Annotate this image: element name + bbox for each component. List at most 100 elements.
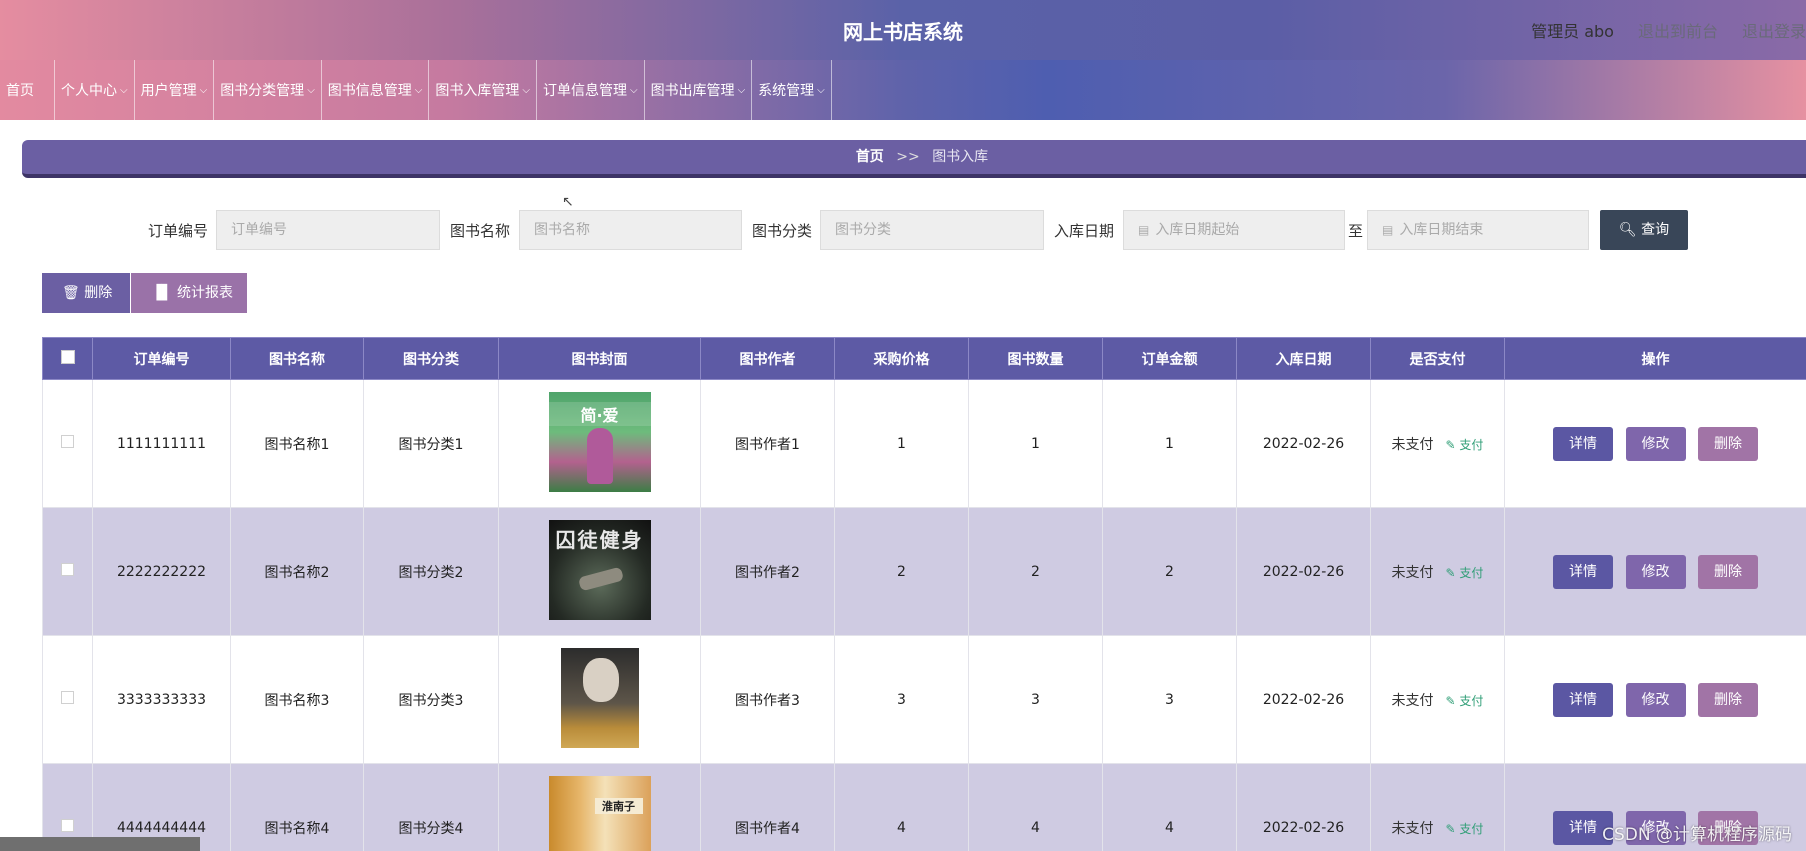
row-checkbox[interactable] [61, 563, 74, 576]
pay-link[interactable]: ✎ 支付 [1446, 694, 1484, 708]
logout-link[interactable]: 退出登录 [1742, 18, 1806, 42]
amount-cell: 3 [1102, 635, 1237, 764]
edit-button[interactable]: 修改 [1625, 554, 1686, 589]
date-end-placeholder: 入库日期结束 [1399, 222, 1484, 238]
select-all-checkbox[interactable] [60, 349, 75, 364]
book-name-cell: 图书名称4 [230, 763, 364, 851]
row-checkbox[interactable] [61, 435, 74, 448]
operations-cell: 详情 修改 删除 [1504, 507, 1806, 636]
row-select-cell [42, 507, 93, 636]
cover-title: 淮南子 [594, 797, 643, 814]
pay-cell: 未支付 ✎ 支付 [1370, 507, 1505, 636]
cover-cell: 淮南子 [498, 763, 701, 851]
column-header: 采购价格 [834, 337, 969, 380]
order-no-label: 订单编号 [148, 222, 209, 240]
nav-label: 个人中心 [61, 83, 117, 99]
statistics-report-button[interactable]: ▐▌ 统计报表 [131, 273, 247, 313]
book-name-input[interactable]: 图书名称 [519, 210, 742, 250]
row-select-cell [42, 635, 93, 764]
nav-label: 订单信息管理 [542, 83, 627, 99]
pay-status: 未支付 [1391, 820, 1434, 837]
column-header: 图书作者 [700, 337, 835, 380]
header-user-area: 管理员 abo 退出到前台 退出登录 [1531, 18, 1806, 42]
nav-item-home[interactable]: 首页 [0, 60, 55, 120]
nav-item-stock-out-management[interactable]: 图书出库管理 ⌵ [645, 60, 753, 120]
pay-link[interactable]: ✎ 支付 [1446, 438, 1484, 452]
bar-chart-icon: ▐▌ [151, 285, 173, 301]
breadcrumb-home[interactable]: 首页 [856, 149, 884, 165]
pay-link-label: 支付 [1459, 437, 1484, 452]
row-checkbox[interactable] [61, 691, 74, 704]
admin-label: 管理员 abo [1531, 22, 1614, 41]
detail-button[interactable]: 详情 [1553, 554, 1614, 589]
nav-item-personal-center[interactable]: 个人中心 ⌵ [55, 60, 135, 120]
table-row: 2222222222 图书名称2 图书分类2 囚徒健身 图书作者2 2 2 2 … [42, 507, 1806, 636]
delete-button[interactable]: 删除 [1697, 682, 1758, 717]
date-start-input[interactable]: ▤ 入库日期起始 [1123, 210, 1345, 250]
price-cell: 1 [834, 379, 969, 508]
table-header-row: 订单编号 图书名称 图书分类 图书封面 图书作者 采购价格 图书数量 订单金额 … [42, 337, 1806, 380]
query-button[interactable]: 🔍︎ 查询 [1600, 210, 1688, 250]
nav-label: 系统管理 [758, 83, 815, 99]
table-row: 4444444444 图书名称4 图书分类4 淮南子 图书作者4 4 4 4 2… [42, 763, 1806, 851]
delete-button[interactable]: 删除 [1697, 426, 1758, 461]
order-no-cell: 3333333333 [92, 635, 231, 764]
edit-button[interactable]: 修改 [1625, 426, 1686, 461]
column-header: 是否支付 [1370, 337, 1505, 380]
column-header: 订单金额 [1102, 337, 1237, 380]
date-start-placeholder: 入库日期起始 [1155, 222, 1240, 238]
pay-link-label: 支付 [1459, 565, 1484, 580]
book-name-cell: 图书名称1 [230, 379, 364, 508]
category-cell: 图书分类4 [363, 763, 499, 851]
pay-status: 未支付 [1391, 436, 1434, 453]
category-input[interactable]: 图书分类 [820, 210, 1044, 250]
cover-figure [582, 657, 619, 702]
book-cover-image: 淮南子 [548, 775, 651, 851]
chevron-down-icon: ⌵ [629, 84, 638, 96]
pay-cell: 未支付 ✎ 支付 [1370, 635, 1505, 764]
column-header: 图书数量 [968, 337, 1103, 380]
nav-label: 图书入库管理 [435, 83, 520, 99]
nav-item-user-management[interactable]: 用户管理 ⌵ [135, 60, 215, 120]
calendar-icon: ▤ [1382, 223, 1394, 237]
row-checkbox[interactable] [61, 819, 74, 832]
bulk-delete-label: 删除 [84, 285, 113, 301]
delete-button[interactable]: 删除 [1697, 554, 1758, 589]
nav-item-system-management[interactable]: 系统管理 ⌵ [752, 60, 832, 120]
back-to-front-link[interactable]: 退出到前台 [1638, 18, 1718, 42]
pay-link[interactable]: ✎ 支付 [1446, 822, 1484, 836]
chevron-down-icon: ⌵ [414, 84, 423, 96]
select-all-cell [42, 337, 93, 380]
detail-button[interactable]: 详情 [1553, 682, 1614, 717]
order-no-input[interactable]: 订单编号 [216, 210, 440, 250]
pencil-icon: ✎ [1445, 693, 1460, 708]
date-end-input[interactable]: ▤ 入库日期结束 [1367, 210, 1589, 250]
nav-item-stock-in-management[interactable]: 图书入库管理 ⌵ [429, 60, 537, 120]
search-icon: 🔍︎ [1618, 222, 1637, 238]
book-cover-image [560, 647, 639, 748]
pay-status: 未支付 [1391, 564, 1434, 581]
author-cell: 图书作者4 [700, 763, 835, 851]
nav-item-category-management[interactable]: 图书分类管理 ⌵ [214, 60, 322, 120]
detail-button[interactable]: 详情 [1553, 426, 1614, 461]
watermark: CSDN @计算机程序源码 [1602, 825, 1792, 845]
quantity-cell: 1 [968, 379, 1103, 508]
pay-link[interactable]: ✎ 支付 [1446, 566, 1484, 580]
category-cell: 图书分类2 [363, 507, 499, 636]
price-cell: 3 [834, 635, 969, 764]
horizontal-scrollbar[interactable] [0, 837, 200, 851]
cover-cell: 简·爱 [498, 379, 701, 508]
table-row: 1111111111 图书名称1 图书分类1 简·爱 图书作者1 1 1 1 2… [42, 379, 1806, 508]
order-no-cell: 1111111111 [92, 379, 231, 508]
bulk-delete-button[interactable]: 🗑︎ 删除 [42, 273, 130, 313]
edit-button[interactable]: 修改 [1625, 682, 1686, 717]
nav-item-book-info-management[interactable]: 图书信息管理 ⌵ [322, 60, 430, 120]
nav-item-order-management[interactable]: 订单信息管理 ⌵ [537, 60, 645, 120]
column-header: 入库日期 [1236, 337, 1371, 380]
column-header: 图书分类 [363, 337, 499, 380]
pencil-icon: ✎ [1445, 437, 1460, 452]
chevron-down-icon: ⌵ [817, 84, 825, 96]
breadcrumb: 首页 >> 图书入库 [22, 140, 1806, 178]
date-cell: 2022-02-26 [1236, 763, 1371, 851]
book-name-label: 图书名称 [450, 222, 511, 240]
